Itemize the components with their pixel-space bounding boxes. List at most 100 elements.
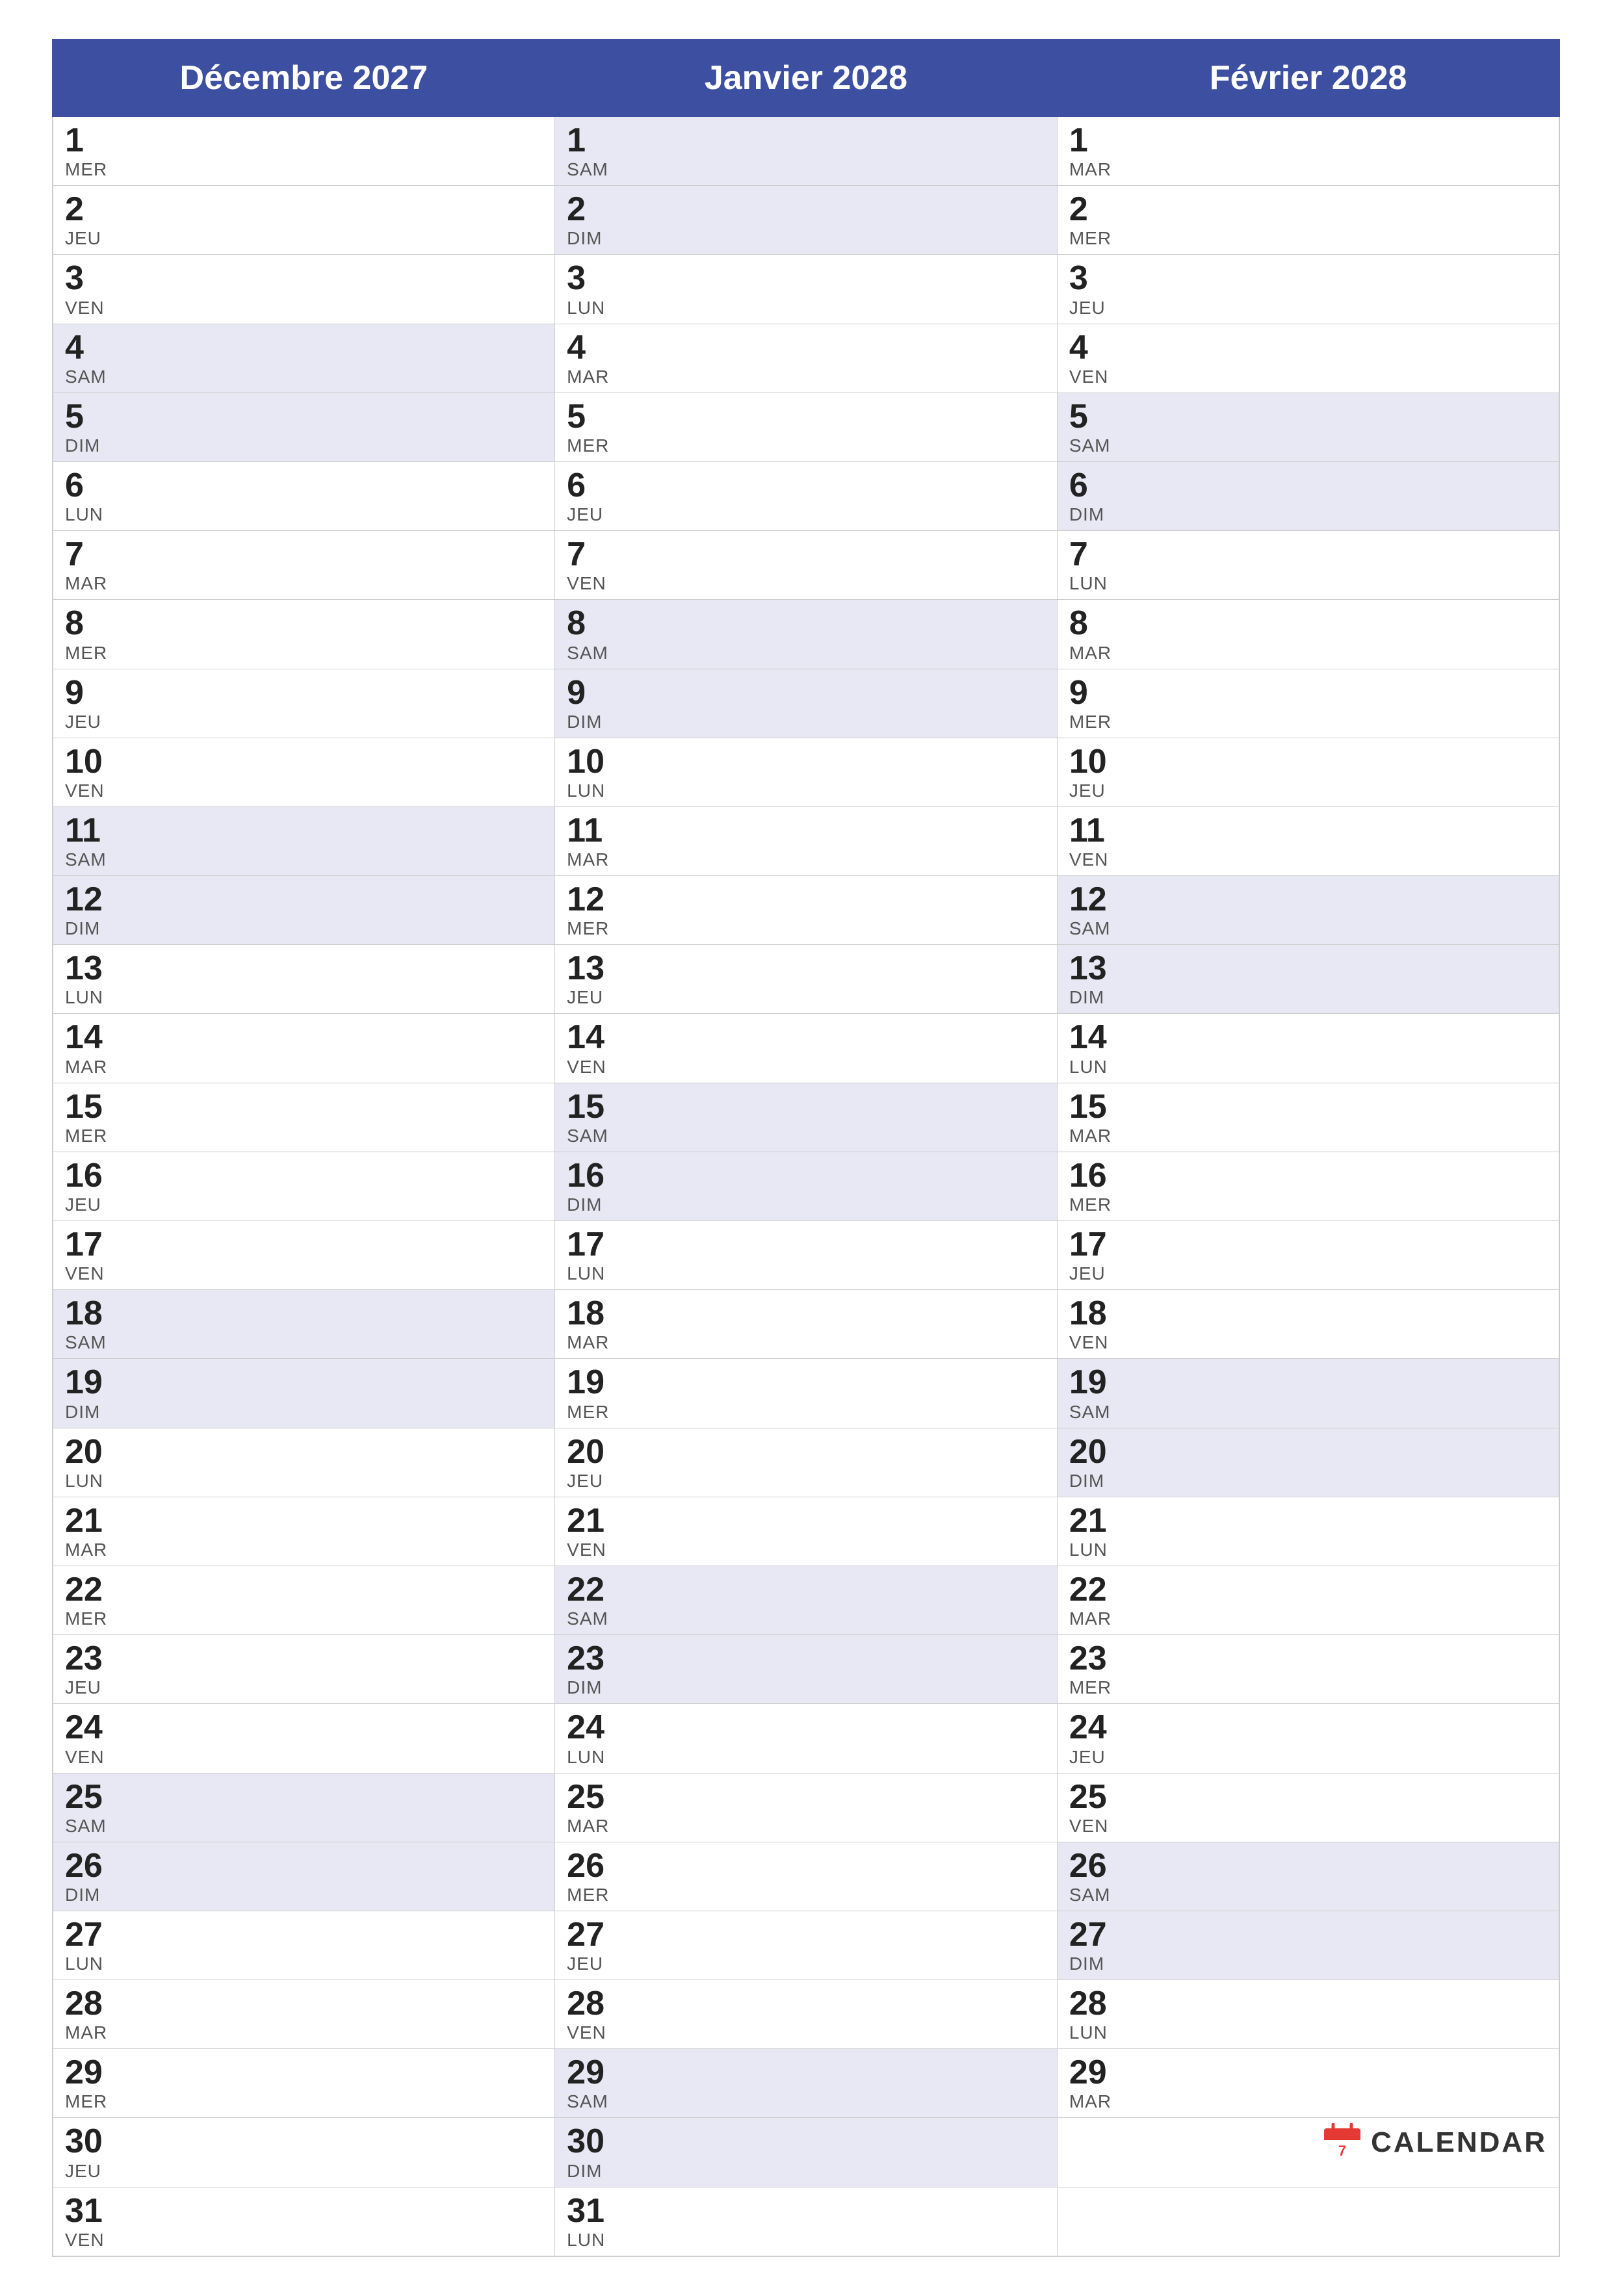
day-name: SAM [567, 1126, 1045, 1146]
day-number: 10 [1069, 743, 1547, 780]
calendar-row: 5DIM5MER5SAM [53, 393, 1559, 461]
feb-day-cell: 4VEN [1057, 324, 1559, 393]
day-number: 12 [567, 881, 1045, 918]
day-number: 11 [1069, 812, 1547, 849]
day-name: LUN [567, 1263, 1045, 1284]
day-name: VEN [567, 573, 1045, 594]
day-number: 15 [1069, 1089, 1547, 1126]
jan-day-cell: 4MAR [555, 324, 1058, 393]
jan-day-cell: 13JEU [555, 945, 1058, 1014]
day-name: SAM [1069, 1402, 1547, 1423]
feb-day-cell: 20DIM [1057, 1428, 1559, 1497]
dec-day-cell: 20LUN [53, 1428, 555, 1497]
day-name: JEU [1069, 1747, 1547, 1768]
day-number: 21 [1069, 1503, 1547, 1540]
day-number: 4 [65, 329, 543, 367]
day-number: 6 [1069, 467, 1547, 504]
jan-day-cell: 23DIM [555, 1635, 1058, 1704]
day-number: 20 [1069, 1434, 1547, 1471]
day-name: MAR [567, 367, 1045, 387]
dec-day-cell: 12DIM [53, 876, 555, 945]
feb-day-cell: 10JEU [1057, 738, 1559, 806]
day-number: 29 [65, 2054, 543, 2091]
dec-day-cell: 14MAR [53, 1014, 555, 1083]
dec-day-cell: 30JEU [53, 2118, 555, 2187]
dec-day-cell: 23JEU [53, 1635, 555, 1704]
day-name: DIM [1069, 1954, 1547, 1974]
day-name: SAM [1069, 435, 1547, 456]
day-name: DIM [65, 1885, 543, 1905]
calendar-row: 19DIM19MER19SAM [53, 1359, 1559, 1428]
day-name: MAR [567, 1816, 1045, 1837]
day-number: 3 [65, 260, 543, 297]
calendar-row: 16JEU16DIM16MER [53, 1152, 1559, 1220]
day-number: 17 [1069, 1226, 1547, 1263]
dec-day-cell: 10VEN [53, 738, 555, 806]
jan-day-cell: 27JEU [555, 1911, 1058, 1980]
dec-day-cell: 28MAR [53, 1980, 555, 2049]
day-number: 20 [65, 1434, 543, 1471]
day-name: JEU [567, 1471, 1045, 1491]
jan-day-cell: 19MER [555, 1359, 1058, 1428]
day-number: 23 [65, 1640, 543, 1677]
calendar-row: 24VEN24LUN24JEU [53, 1704, 1559, 1773]
dec-day-cell: 16JEU [53, 1152, 555, 1220]
day-name: MER [1069, 1194, 1547, 1215]
day-name: JEU [65, 2161, 543, 2182]
day-number: 9 [65, 675, 543, 712]
day-number: 27 [65, 1916, 543, 1954]
month-header-feb: Février 2028 [1057, 40, 1559, 116]
day-number: 31 [65, 2193, 543, 2230]
day-number: 8 [1069, 605, 1547, 642]
day-name: SAM [65, 849, 543, 870]
day-name: LUN [65, 987, 543, 1008]
day-number: 13 [1069, 950, 1547, 987]
feb-day-cell: 7LUN [1057, 531, 1559, 600]
day-name: JEU [65, 228, 543, 249]
feb-day-cell: 6DIM [1057, 461, 1559, 530]
calendar-row: 15MER15SAM15MAR [53, 1083, 1559, 1152]
day-number: 12 [65, 881, 543, 918]
day-number: 12 [1069, 881, 1547, 918]
day-number: 18 [1069, 1295, 1547, 1332]
day-number: 8 [65, 605, 543, 642]
day-name: DIM [567, 1194, 1045, 1215]
feb-day-cell: 1MAR [1057, 116, 1559, 186]
day-name: DIM [65, 918, 543, 939]
jan-day-cell: 18MAR [555, 1290, 1058, 1359]
day-name: SAM [65, 367, 543, 387]
day-name: MAR [1069, 1608, 1547, 1629]
jan-day-cell: 8SAM [555, 600, 1058, 669]
day-name: DIM [1069, 1471, 1547, 1491]
dec-day-cell: 3VEN [53, 255, 555, 324]
calendar-row: 13 LUN 13JEU13DIM [53, 945, 1559, 1014]
day-number: 7 [567, 536, 1045, 573]
day-number: 26 [1069, 1848, 1547, 1885]
day-number: 4 [1069, 329, 1547, 367]
feb-day-cell: 25VEN [1057, 1773, 1559, 1842]
dec-day-cell: 2JEU [53, 186, 555, 255]
day-name: JEU [65, 1677, 543, 1698]
day-number: 17 [65, 1226, 543, 1263]
day-number: 23 [1069, 1640, 1547, 1677]
day-name: JEU [567, 504, 1045, 525]
dec-day-cell: 9JEU [53, 669, 555, 738]
day-name: JEU [567, 1954, 1045, 1974]
feb-day-cell: 13DIM [1057, 945, 1559, 1014]
day-number: 8 [567, 605, 1045, 642]
day-number: 22 [567, 1571, 1045, 1608]
day-name: MER [567, 1402, 1045, 1423]
day-number: 30 [567, 2123, 1045, 2160]
month-header-dec: Décembre 2027 [53, 40, 555, 116]
calendar-row: 6LUN 6 JEU 6DIM [53, 461, 1559, 530]
dec-day-cell: 6LUN [53, 461, 555, 530]
day-name: DIM [1069, 987, 1547, 1008]
day-name: MER [65, 643, 543, 664]
day-name: JEU [1069, 1263, 1547, 1284]
day-number: 2 [1069, 191, 1547, 228]
day-name: MAR [1069, 2091, 1547, 2112]
dec-day-cell: 17VEN [53, 1221, 555, 1290]
day-number: 5 [567, 398, 1045, 435]
day-name: DIM [567, 228, 1045, 249]
dec-day-cell: 11SAM [53, 806, 555, 875]
